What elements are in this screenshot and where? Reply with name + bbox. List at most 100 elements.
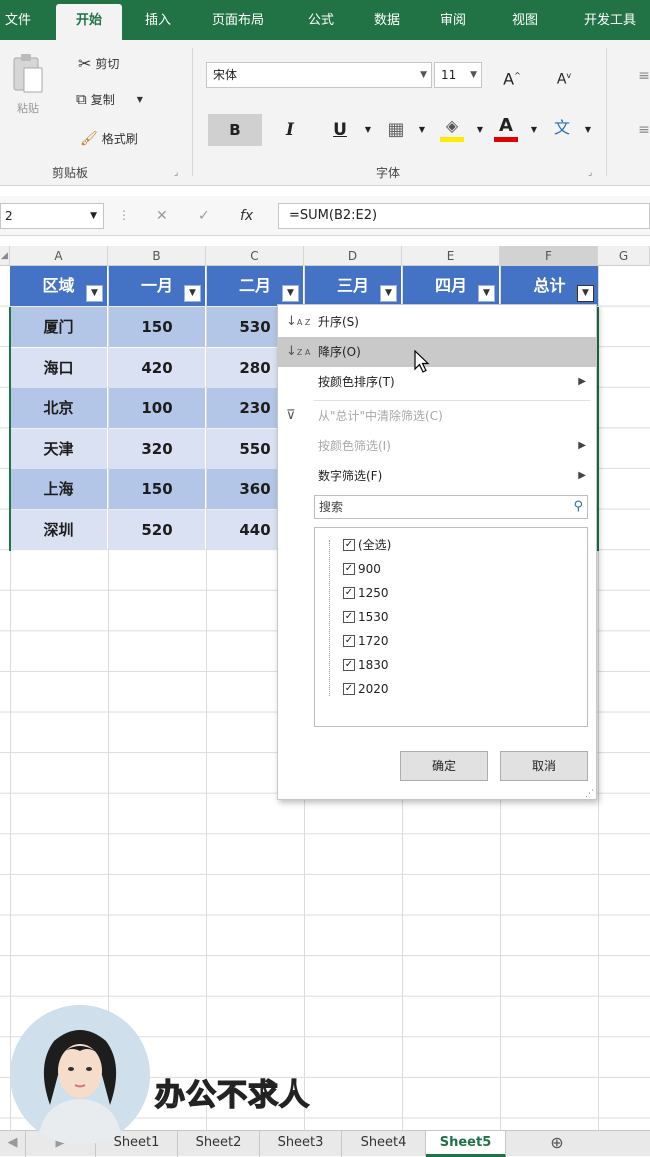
value-cell[interactable]: 150	[109, 307, 205, 347]
borders-icon[interactable]: ▦	[382, 116, 410, 144]
filter-search-input[interactable]: 搜索 ⚲	[314, 495, 588, 519]
value-cell[interactable]: 150	[109, 469, 205, 510]
tab-insert[interactable]: 插入	[136, 6, 180, 36]
column-header-d[interactable]: D	[304, 246, 402, 266]
checkbox-checked-icon[interactable]: ✓	[343, 539, 355, 551]
chevron-down-icon[interactable]: ▼	[574, 116, 602, 144]
insert-function-icon[interactable]: fx	[240, 208, 253, 224]
tab-view[interactable]: 视图	[498, 6, 552, 36]
phonetic-guide-icon[interactable]: 文	[548, 114, 576, 142]
value-cell[interactable]: 420	[109, 347, 205, 388]
fill-color-icon[interactable]: ◈	[438, 112, 466, 142]
add-sheet-icon[interactable]: ⊕	[540, 1131, 574, 1157]
decrease-font-size-icon[interactable]: Av	[550, 62, 578, 90]
column-header-b[interactable]: B	[108, 246, 206, 266]
filter-dropdown-icon[interactable]: ▼	[380, 285, 397, 302]
table-header-cell[interactable]: 区域 ▼	[10, 266, 107, 306]
sheet-tab[interactable]: Sheet3	[260, 1131, 342, 1157]
clipboard-launcher-icon[interactable]: ⌟	[174, 168, 178, 178]
italic-button[interactable]: I	[276, 116, 304, 144]
chevron-down-icon[interactable]: ▼	[354, 116, 382, 144]
chevron-down-icon[interactable]: ▼	[520, 116, 548, 144]
checkbox-checked-icon[interactable]: ✓	[343, 659, 355, 671]
filter-checklist-item[interactable]: ✓ 1720	[343, 630, 389, 652]
menu-item-sort-by-color[interactable]: 按颜色排序(T) ▶	[278, 367, 596, 397]
filter-checklist-item[interactable]: ✓ 1530	[343, 606, 389, 628]
filter-dropdown-icon[interactable]: ▼	[282, 285, 299, 302]
font-color-icon[interactable]: A	[492, 112, 520, 142]
tab-data[interactable]: 数据	[362, 6, 412, 36]
cancel-icon[interactable]: ✕	[156, 208, 168, 224]
underline-button[interactable]: U	[326, 116, 354, 144]
select-all-corner[interactable]: ◢	[0, 246, 10, 266]
prev-sheet-icon[interactable]: ◀	[0, 1131, 26, 1157]
filter-dropdown-icon[interactable]: ▼	[478, 285, 495, 302]
cut-label: 剪切	[95, 57, 120, 71]
filter-checklist-item[interactable]: ✓ (全选)	[343, 534, 391, 556]
align-icon[interactable]: ≡	[630, 116, 650, 144]
menu-item-number-filters[interactable]: 数字筛选(F) ▶	[278, 461, 596, 491]
table-header-cell[interactable]: 四月 ▼	[403, 266, 499, 306]
filter-dropdown-icon[interactable]: ▼	[184, 285, 201, 302]
filter-dropdown-icon[interactable]: ▼	[577, 285, 594, 302]
resize-grip-icon[interactable]: ⋰	[585, 789, 594, 799]
filter-checklist-item[interactable]: ✓ 1830	[343, 654, 389, 676]
sheet-tab[interactable]: Sheet4	[342, 1131, 426, 1157]
font-size-combo[interactable]: 11 ▼	[434, 62, 482, 88]
table-header-cell[interactable]: 三月 ▼	[305, 266, 401, 306]
paste-button[interactable]: 粘贴	[8, 52, 48, 116]
menu-item-sort-descending[interactable]: ↓Z A 降序(O)	[278, 337, 596, 367]
checkbox-checked-icon[interactable]: ✓	[343, 635, 355, 647]
region-cell[interactable]: 北京	[10, 388, 107, 429]
checkbox-checked-icon[interactable]: ✓	[343, 587, 355, 599]
sheet-tab-active[interactable]: Sheet5	[426, 1131, 506, 1157]
region-cell[interactable]: 深圳	[10, 510, 107, 550]
tab-page-layout[interactable]: 页面布局	[200, 6, 276, 36]
checkbox-checked-icon[interactable]: ✓	[343, 683, 355, 695]
checkbox-checked-icon[interactable]: ✓	[343, 563, 355, 575]
bold-button[interactable]: B	[208, 114, 262, 146]
chevron-down-icon[interactable]: ▼	[408, 116, 436, 144]
tab-home[interactable]: 开始	[56, 4, 122, 40]
align-icon[interactable]: ≡	[630, 62, 650, 90]
formula-input[interactable]: =SUM(B2:E2)	[278, 203, 650, 229]
region-cell[interactable]: 上海	[10, 469, 107, 510]
cancel-button[interactable]: 取消	[500, 751, 588, 781]
table-header-cell[interactable]: 二月 ▼	[207, 266, 303, 306]
column-header-a[interactable]: A	[10, 246, 108, 266]
tab-review[interactable]: 审阅	[428, 6, 478, 36]
column-header-c[interactable]: C	[206, 246, 304, 266]
enter-icon[interactable]: ✓	[198, 208, 210, 224]
value-cell[interactable]: 100	[109, 388, 205, 429]
menu-item-sort-ascending[interactable]: ↓A Z 升序(S)	[278, 307, 596, 337]
filter-value-list[interactable]: ✓ (全选) ✓ 900 ✓ 1250 ✓ 1530 ✓ 1720 ✓ 1830 ✓ 2020	[314, 527, 588, 727]
filter-checklist-item[interactable]: ✓ 2020	[343, 678, 389, 700]
format-painter-button[interactable]: 🖌 格式刷	[80, 130, 138, 147]
tab-file[interactable]: 文件	[0, 6, 36, 36]
sheet-tab[interactable]: Sheet2	[178, 1131, 260, 1157]
column-header-g[interactable]: G	[598, 246, 650, 266]
filter-checklist-item[interactable]: ✓ 1250	[343, 582, 389, 604]
value-cell[interactable]: 320	[109, 428, 205, 469]
font-name-combo[interactable]: 宋体 ▼	[206, 62, 432, 88]
table-header-cell[interactable]: 总计 ▼	[501, 266, 598, 306]
font-launcher-icon[interactable]: ⌟	[588, 168, 592, 178]
ok-button[interactable]: 确定	[400, 751, 488, 781]
tab-formulas[interactable]: 公式	[296, 6, 346, 36]
tab-developer[interactable]: 开发工具	[570, 6, 650, 36]
column-header-e[interactable]: E	[402, 246, 500, 266]
cut-button[interactable]: ✂ 剪切	[78, 54, 119, 73]
column-header-f[interactable]: F	[500, 246, 598, 266]
region-cell[interactable]: 厦门	[10, 307, 107, 347]
table-header-cell[interactable]: 一月 ▼	[109, 266, 205, 306]
increase-font-size-icon[interactable]: A^	[498, 62, 526, 90]
checkbox-checked-icon[interactable]: ✓	[343, 611, 355, 623]
value-cell[interactable]: 520	[109, 510, 205, 550]
filter-dropdown-icon[interactable]: ▼	[86, 285, 103, 302]
filter-checklist-item[interactable]: ✓ 900	[343, 558, 381, 580]
name-box[interactable]: 2 ▼	[0, 203, 104, 229]
chevron-down-icon[interactable]: ▼	[466, 116, 494, 144]
region-cell[interactable]: 天津	[10, 428, 107, 469]
copy-button[interactable]: ⧉ 复制 ▼	[76, 90, 143, 108]
region-cell[interactable]: 海口	[10, 347, 107, 388]
